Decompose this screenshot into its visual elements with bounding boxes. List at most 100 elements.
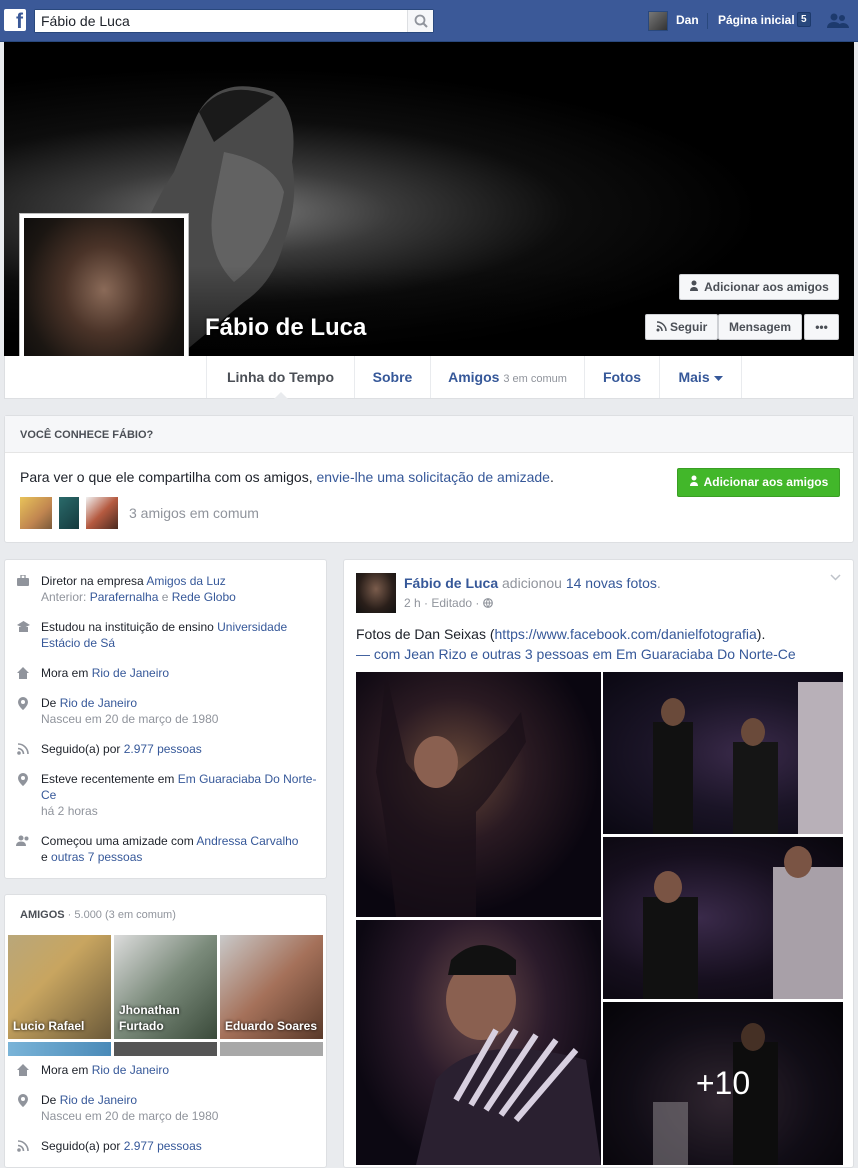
tagged-others-link[interactable]: outras 3 pessoas (482, 646, 589, 662)
intro-recent-place: Esteve recentemente em Em Guaraciaba Do … (41, 771, 321, 819)
education-icon (17, 621, 30, 632)
search-icon (414, 14, 428, 28)
add-friend-button[interactable]: Adicionar aos amigos (679, 274, 839, 300)
performer-photo-image (376, 672, 526, 917)
hometown-link[interactable]: Rio de Janeiro (60, 696, 137, 710)
know-text-plain: Para ver o que ele compartilha com os am… (20, 469, 317, 485)
timeline-post: Fábio de Luca adicionou 14 novas fotos. … (343, 559, 854, 1168)
friends-followers: Seguido(a) por 2.977 pessoas (41, 1138, 321, 1154)
intro-new-friendship: Começou uma amizade com Andressa Carvalh… (41, 833, 321, 865)
friend-name: Lucio Rafael (13, 1019, 85, 1033)
fan-performer-photo-image (416, 945, 601, 1165)
friend-card[interactable] (8, 1042, 111, 1056)
post-place-link[interactable]: Em Guaraciaba Do Norte-Ce (616, 646, 796, 662)
friend-name: Jhonathan Furtado (119, 1003, 180, 1033)
other-people-link[interactable]: outras 7 pessoas (51, 850, 142, 864)
followers-link[interactable]: 2.977 pessoas (124, 1139, 202, 1153)
friend-card[interactable] (220, 1042, 323, 1056)
add-friend-green-button[interactable]: Adicionar aos amigos (677, 468, 840, 497)
tab-friends[interactable]: Amigos 3 em comum (430, 356, 584, 398)
friends-lives-in: Mora em Rio de Janeiro (41, 1062, 321, 1078)
post-options-chevron-icon[interactable] (830, 574, 841, 581)
post-photo[interactable] (356, 672, 601, 917)
lives-text: Mora em (41, 1063, 92, 1077)
tab-photos-label: Fotos (602, 369, 642, 385)
current-city-link[interactable]: Rio de Janeiro (92, 1063, 169, 1077)
profile-photo-image (24, 218, 184, 378)
profile-name[interactable]: Fábio de Luca (205, 314, 366, 342)
tab-timeline[interactable]: Linha do Tempo (206, 356, 354, 399)
intro-recent-text: Esteve recentemente em (41, 772, 178, 786)
tagged-person-link[interactable]: Jean Rizo (404, 646, 466, 662)
friend-card[interactable] (114, 1042, 217, 1056)
message-button[interactable]: Mensagem (718, 314, 802, 340)
post-edited-label[interactable]: Editado (431, 596, 472, 610)
friend-requests-icon[interactable] (826, 12, 850, 30)
home-notification-badge: 5 (797, 12, 811, 27)
more-options-button[interactable]: ••• (804, 314, 839, 340)
user-avatar[interactable] (648, 11, 668, 31)
home-link[interactable]: Página inicial (718, 13, 795, 27)
post-photo-more[interactable]: +10 (603, 1002, 843, 1165)
friend-name: Eduardo Soares (225, 1019, 318, 1033)
globe-icon[interactable] (482, 598, 493, 608)
more-photos-overlay[interactable]: +10 (603, 1002, 843, 1165)
follow-button[interactable]: Seguir (645, 314, 718, 340)
tab-photos[interactable]: Fotos (584, 356, 659, 398)
follow-label: Seguir (670, 320, 708, 334)
rss-icon (656, 321, 667, 332)
post-author-link[interactable]: Fábio de Luca (404, 575, 498, 591)
stage-photo-image (653, 682, 843, 834)
new-friend-link[interactable]: Andressa Carvalho (196, 834, 298, 848)
mutual-friend-avatar[interactable] (20, 497, 52, 529)
mutual-friends-count[interactable]: 3 amigos em comum (129, 505, 259, 521)
employer-link[interactable]: Amigos da Luz (146, 574, 225, 588)
post-text-part: Fotos de Dan Seixas ( (356, 626, 495, 642)
search-input[interactable] (35, 10, 405, 32)
post-photo[interactable] (603, 837, 843, 999)
intro-from: De Rio de Janeiro Nasceu em 20 de março d… (41, 695, 321, 727)
friends-card: AMIGOS · 5.000 (3 em comum) Lucio Rafael… (4, 894, 327, 1168)
intro-followers: Seguido(a) por 2.977 pessoas (41, 741, 321, 757)
intro-followed-text: Seguido(a) por (41, 742, 124, 756)
hometown-link[interactable]: Rio de Janeiro (60, 1093, 137, 1107)
location-pin-icon (18, 1094, 28, 1107)
search-button[interactable] (407, 10, 433, 32)
location-pin-icon (18, 697, 28, 710)
post-meta: 2 h · Editado · (404, 596, 493, 610)
previous-employer-link[interactable]: Parafernalha (90, 590, 159, 604)
message-label: Mensagem (728, 320, 792, 334)
birthday-text: Nasceu em 20 de março de 1980 (41, 712, 219, 726)
mutual-friend-avatar[interactable] (86, 497, 118, 529)
tab-about[interactable]: Sobre (354, 356, 430, 398)
tab-more[interactable]: Mais (659, 356, 742, 398)
add-friend-icon (689, 475, 698, 486)
post-photo[interactable] (356, 920, 601, 1165)
mutual-friend-avatar[interactable] (59, 497, 79, 529)
tab-friends-label: Amigos (448, 369, 500, 385)
facebook-logo-icon[interactable]: f (4, 9, 26, 33)
post-author-avatar[interactable] (356, 573, 396, 613)
friend-card[interactable]: Eduardo Soares (220, 935, 323, 1039)
post-with-in: em (588, 646, 616, 662)
know-text-end: . (549, 469, 554, 485)
friends-title[interactable]: AMIGOS (20, 909, 65, 921)
add-friend-green-label: Adicionar aos amigos (703, 475, 829, 489)
post-photo[interactable] (603, 672, 843, 834)
post-action-text: adicionou (498, 575, 566, 591)
previous-employer-link[interactable]: Rede Globo (172, 590, 236, 604)
friend-card[interactable]: Lucio Rafael (8, 935, 111, 1039)
photographer-url-link[interactable]: https://www.facebook.com/danielfotografi… (495, 626, 757, 642)
user-name-link[interactable]: Dan (676, 13, 699, 27)
followed-text: Seguido(a) por (41, 1139, 124, 1153)
new-photos-link[interactable]: 14 novas fotos (566, 575, 657, 591)
post-timestamp[interactable]: 2 h (404, 596, 421, 610)
send-request-link[interactable]: envie-lhe uma solicitação de amizade (316, 469, 549, 485)
intro-previous-label: Anterior: (41, 590, 90, 604)
friend-card[interactable]: Jhonathan Furtado (114, 935, 217, 1039)
rss-icon (17, 1140, 29, 1152)
know-card-text: Para ver o que ele compartilha com os am… (20, 469, 554, 485)
followers-link[interactable]: 2.977 pessoas (124, 742, 202, 756)
current-city-link[interactable]: Rio de Janeiro (92, 666, 169, 680)
briefcase-icon (17, 575, 29, 586)
